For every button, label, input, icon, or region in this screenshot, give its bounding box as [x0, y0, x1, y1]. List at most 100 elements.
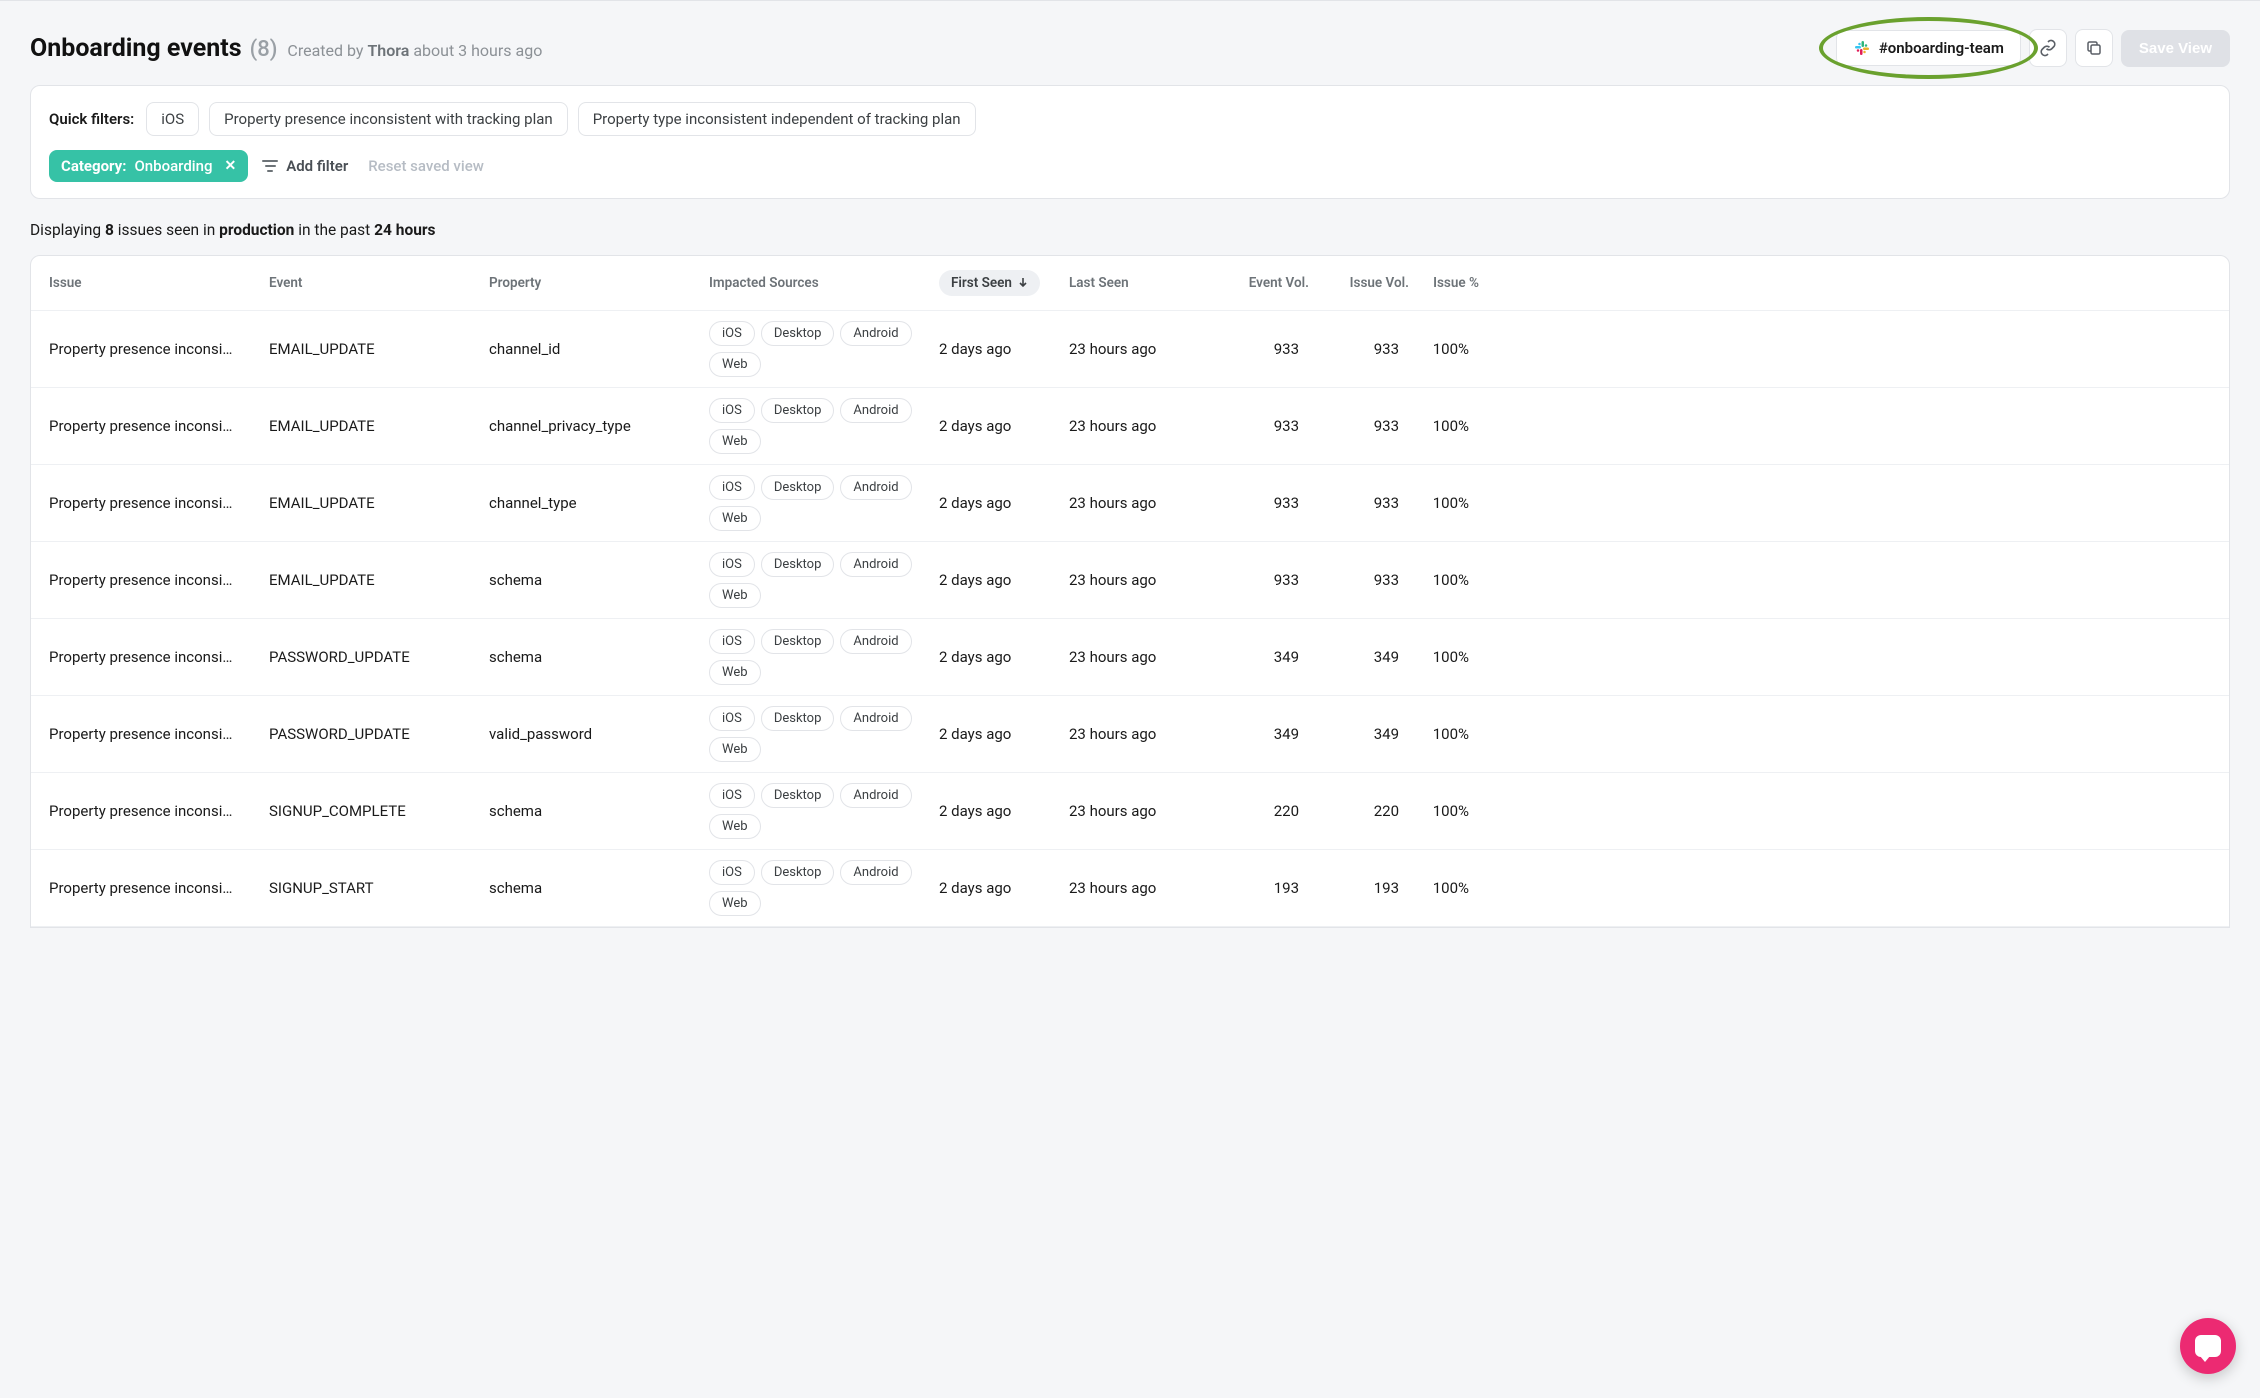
- cell-last-seen: 23 hours ago: [1069, 571, 1209, 589]
- duplicate-button[interactable]: [2075, 29, 2113, 67]
- cell-sources: iOSDesktopAndroidWeb: [709, 321, 929, 377]
- col-issue-vol[interactable]: Issue Vol.: [1350, 275, 1409, 291]
- source-pill: iOS: [709, 398, 755, 423]
- col-event-vol[interactable]: Event Vol.: [1249, 275, 1309, 291]
- col-last-seen[interactable]: Last Seen: [1069, 275, 1209, 291]
- cell-property: schema: [489, 648, 709, 666]
- table-header: Issue Event Property Impacted Sources Fi…: [31, 256, 2229, 311]
- quick-filters-label: Quick filters:: [49, 110, 134, 128]
- table-row[interactable]: Property presence inconsi…EMAIL_UPDATEch…: [31, 311, 2229, 388]
- cell-sources: iOSDesktopAndroidWeb: [709, 783, 929, 839]
- slack-channel-label: #onboarding-team: [1879, 39, 2004, 57]
- copy-link-button[interactable]: [2029, 29, 2067, 67]
- slack-channel-chip[interactable]: #onboarding-team: [1836, 30, 2021, 66]
- quick-filter-pill[interactable]: iOS: [146, 102, 199, 136]
- source-pill: iOS: [709, 860, 755, 885]
- cell-issue-vol: 933: [1309, 571, 1409, 589]
- cell-issue-vol: 933: [1309, 494, 1409, 512]
- cell-first-seen: 2 days ago: [939, 648, 1069, 666]
- source-pill: iOS: [709, 475, 755, 500]
- summary-prefix: Displaying: [30, 221, 101, 239]
- col-issue-pct[interactable]: Issue %: [1433, 275, 1479, 291]
- cell-event-vol: 933: [1209, 494, 1309, 512]
- cell-first-seen: 2 days ago: [939, 879, 1069, 897]
- cell-issue-vol: 933: [1309, 417, 1409, 435]
- cell-property: schema: [489, 879, 709, 897]
- summary-line: Displaying 8 issues seen in production i…: [30, 221, 2230, 239]
- cell-issue-vol: 349: [1309, 648, 1409, 666]
- source-pill: Web: [709, 814, 761, 839]
- author-name: Thora: [367, 41, 409, 60]
- cell-first-seen: 2 days ago: [939, 802, 1069, 820]
- active-filter-value: Onboarding: [134, 157, 212, 175]
- cell-issue-vol: 349: [1309, 725, 1409, 743]
- col-event[interactable]: Event: [269, 275, 489, 291]
- table-row[interactable]: Property presence inconsi…SIGNUP_COMPLET…: [31, 773, 2229, 850]
- table-row[interactable]: Property presence inconsi…EMAIL_UPDATEch…: [31, 465, 2229, 542]
- cell-event: EMAIL_UPDATE: [269, 417, 489, 435]
- cell-event-vol: 220: [1209, 802, 1309, 820]
- col-issue[interactable]: Issue: [49, 275, 269, 291]
- quick-filter-pill[interactable]: Property type inconsistent independent o…: [578, 102, 976, 136]
- source-pill: Android: [840, 552, 911, 577]
- summary-mid1: issues seen in: [118, 221, 216, 239]
- summary-mid2: in the past: [298, 221, 370, 239]
- col-property[interactable]: Property: [489, 275, 709, 291]
- table-row[interactable]: Property presence inconsi…EMAIL_UPDATEch…: [31, 388, 2229, 465]
- cell-issue-vol: 933: [1309, 340, 1409, 358]
- table-row[interactable]: Property presence inconsi…PASSWORD_UPDAT…: [31, 619, 2229, 696]
- cell-issue-pct: 100%: [1409, 494, 1479, 512]
- source-pill: Web: [709, 429, 761, 454]
- remove-filter-icon[interactable]: ✕: [224, 158, 236, 174]
- table-row[interactable]: Property presence inconsi…SIGNUP_STARTsc…: [31, 850, 2229, 927]
- source-pill: Web: [709, 660, 761, 685]
- cell-event: PASSWORD_UPDATE: [269, 725, 489, 743]
- source-pill: Android: [840, 706, 911, 731]
- cell-first-seen: 2 days ago: [939, 571, 1069, 589]
- table-row[interactable]: Property presence inconsi…PASSWORD_UPDAT…: [31, 696, 2229, 773]
- cell-first-seen: 2 days ago: [939, 417, 1069, 435]
- first-seen-sort[interactable]: First Seen: [939, 270, 1040, 296]
- issue-count: (8): [250, 37, 278, 62]
- filter-icon: [262, 160, 278, 172]
- cell-property: valid_password: [489, 725, 709, 743]
- source-pill: Android: [840, 475, 911, 500]
- cell-sources: iOSDesktopAndroidWeb: [709, 860, 929, 916]
- cell-issue: Property presence inconsi…: [49, 725, 269, 743]
- source-pill: Desktop: [761, 475, 835, 500]
- table-row[interactable]: Property presence inconsi…EMAIL_UPDATEsc…: [31, 542, 2229, 619]
- arrow-down-icon: [1018, 278, 1028, 288]
- source-pill: Android: [840, 783, 911, 808]
- cell-issue-pct: 100%: [1409, 802, 1479, 820]
- cell-issue-pct: 100%: [1409, 879, 1479, 897]
- add-filter-button[interactable]: Add filter: [262, 157, 348, 175]
- quick-filter-pill[interactable]: Property presence inconsistent with trac…: [209, 102, 568, 136]
- cell-issue: Property presence inconsi…: [49, 648, 269, 666]
- source-pill: iOS: [709, 629, 755, 654]
- source-pill: iOS: [709, 321, 755, 346]
- source-pill: Desktop: [761, 706, 835, 731]
- cell-sources: iOSDesktopAndroidWeb: [709, 398, 929, 454]
- active-filter-label: Category:: [61, 157, 126, 175]
- cell-event-vol: 193: [1209, 879, 1309, 897]
- source-pill: Desktop: [761, 783, 835, 808]
- cell-property: schema: [489, 802, 709, 820]
- cell-last-seen: 23 hours ago: [1069, 340, 1209, 358]
- created-prefix: Created by: [287, 41, 363, 60]
- cell-sources: iOSDesktopAndroidWeb: [709, 629, 929, 685]
- cell-issue-vol: 193: [1309, 879, 1409, 897]
- chat-fab[interactable]: [2180, 1318, 2236, 1374]
- active-filter-chip[interactable]: Category: Onboarding ✕: [49, 150, 248, 182]
- source-pill: iOS: [709, 706, 755, 731]
- cell-sources: iOSDesktopAndroidWeb: [709, 706, 929, 762]
- created-suffix: about 3 hours ago: [413, 41, 542, 60]
- cell-event-vol: 349: [1209, 725, 1309, 743]
- source-pill: Android: [840, 398, 911, 423]
- save-view-button[interactable]: Save View: [2121, 30, 2230, 67]
- summary-count: 8: [105, 221, 114, 239]
- col-first-seen[interactable]: First Seen: [939, 270, 1069, 296]
- cell-event: SIGNUP_START: [269, 879, 489, 897]
- reset-saved-view[interactable]: Reset saved view: [368, 157, 484, 175]
- col-impacted[interactable]: Impacted Sources: [709, 275, 939, 291]
- slack-icon: [1853, 39, 1871, 57]
